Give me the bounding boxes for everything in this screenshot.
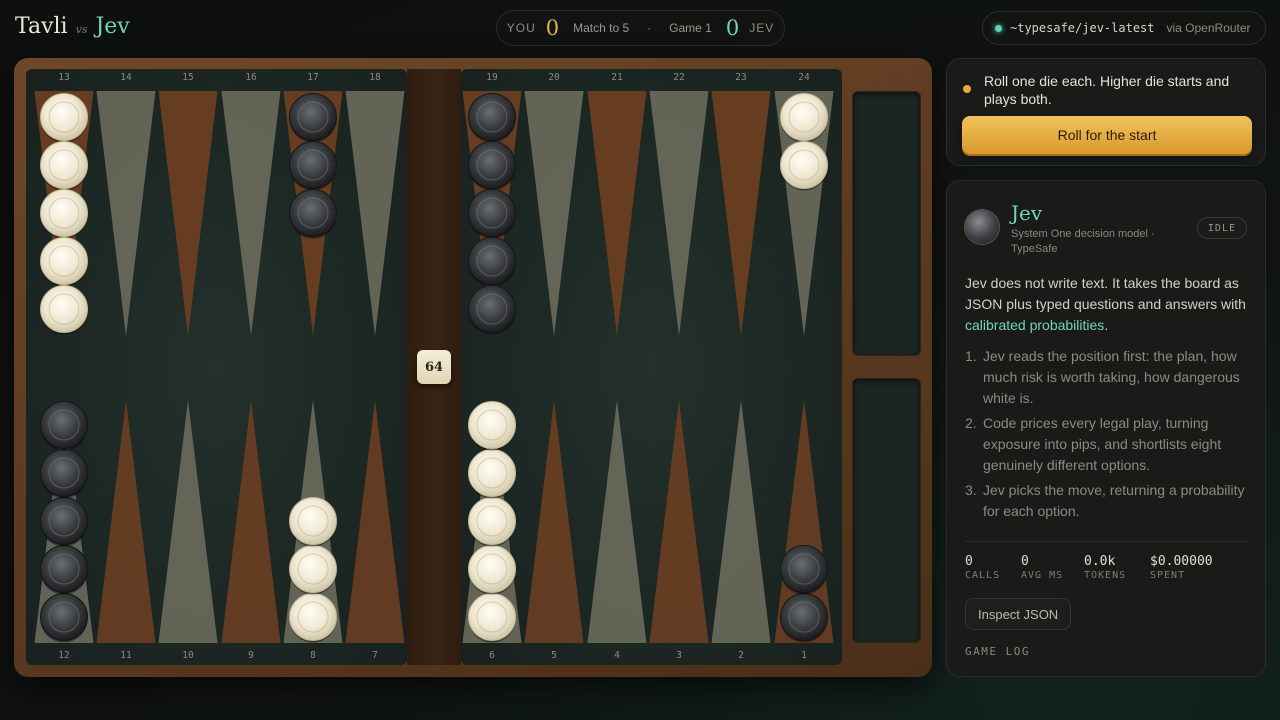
- white-checker[interactable]: [468, 449, 516, 499]
- point-14: [96, 91, 156, 336]
- white-checker[interactable]: [40, 285, 88, 335]
- white-checker[interactable]: [468, 593, 516, 643]
- step-item: 1. Jev reads the position first: the plan…: [965, 346, 1255, 409]
- white-checker[interactable]: [468, 497, 516, 547]
- game-log-heading: GAME LOG: [965, 645, 1030, 658]
- black-checker[interactable]: [289, 189, 337, 239]
- step-number: 1.: [965, 348, 977, 364]
- step-text: Jev reads the position first: the plan, …: [983, 348, 1240, 406]
- process-steps: 1. Jev reads the position first: the plan…: [965, 346, 1255, 526]
- jev-subtitle: System One decision model · TypeSafe: [1011, 228, 1155, 255]
- jev-description: Jev does not write text. It takes the bo…: [965, 273, 1255, 336]
- white-checker[interactable]: [468, 401, 516, 451]
- doubling-cube[interactable]: 64: [417, 350, 451, 384]
- stat-label: CALLS: [965, 570, 1001, 581]
- stat-value: $0.00000: [1150, 554, 1213, 569]
- point-5: [524, 400, 584, 643]
- stat-tokens: 0.0k TOKENS: [1084, 554, 1126, 581]
- point-11: [96, 400, 156, 643]
- status-badge: IDLE: [1196, 217, 1247, 239]
- status-dot-icon: [963, 85, 971, 93]
- stat-label: AVG MS: [1021, 570, 1064, 581]
- point-23: [711, 91, 771, 336]
- point-10: [158, 400, 218, 643]
- stat-value: 0.0k: [1084, 554, 1116, 569]
- black-checker[interactable]: [40, 545, 88, 595]
- step-number: 3.: [965, 482, 977, 498]
- point-3: [649, 400, 709, 643]
- stat-spent: $0.00000 SPENT: [1150, 554, 1213, 581]
- step-number: 2.: [965, 415, 977, 431]
- point-15: [158, 91, 218, 336]
- step-text: Jev picks the move, returning a probabil…: [983, 482, 1245, 519]
- white-checker[interactable]: [289, 545, 337, 595]
- white-checker[interactable]: [468, 545, 516, 595]
- black-checker[interactable]: [468, 189, 516, 239]
- black-checker[interactable]: [289, 93, 337, 143]
- roll-for-start-button[interactable]: Roll for the start: [962, 116, 1252, 154]
- black-checker[interactable]: [40, 449, 88, 499]
- point-21: [587, 91, 647, 336]
- black-checker[interactable]: [40, 593, 88, 643]
- stat-value: 0: [1021, 554, 1029, 569]
- black-checker[interactable]: [468, 285, 516, 335]
- white-checker[interactable]: [780, 141, 828, 191]
- black-checker[interactable]: [40, 401, 88, 451]
- black-checker[interactable]: [468, 141, 516, 191]
- black-checker[interactable]: [40, 497, 88, 547]
- inspect-json-button[interactable]: Inspect JSON: [965, 598, 1072, 630]
- point-16: [221, 91, 281, 336]
- point-4: [587, 400, 647, 643]
- stat-calls: 0 CALLS: [965, 554, 1000, 581]
- black-checker[interactable]: [289, 141, 337, 191]
- white-checker[interactable]: [40, 93, 88, 143]
- black-checker[interactable]: [468, 237, 516, 287]
- stat-value: 0: [965, 554, 973, 569]
- calibrated-probabilities-link[interactable]: calibrated probabilities: [965, 317, 1104, 333]
- jev-name: Jev: [1011, 201, 1043, 225]
- point-2: [711, 400, 771, 643]
- jev-avatar: [965, 210, 999, 244]
- stat-label: TOKENS: [1084, 570, 1127, 581]
- black-checker[interactable]: [780, 545, 828, 595]
- bear-off-tray-top[interactable]: [852, 91, 921, 356]
- white-checker[interactable]: [40, 189, 88, 239]
- point-9: [221, 400, 281, 643]
- stat-label: SPENT: [1150, 570, 1186, 581]
- step-item: 3. Jev picks the move, returning a probab…: [965, 480, 1255, 522]
- jev-panel: Jev System One decision model · TypeSafe…: [946, 180, 1266, 677]
- step-item: 2. Code prices every legal play, turning …: [965, 413, 1255, 476]
- black-checker[interactable]: [780, 593, 828, 643]
- point-22: [649, 91, 709, 336]
- divider: [965, 541, 1249, 542]
- desc-end: .: [1104, 317, 1109, 333]
- point-7: [345, 400, 405, 643]
- point-20: [524, 91, 584, 336]
- roll-panel: Roll one die each. Higher die starts and…: [946, 58, 1266, 166]
- white-checker[interactable]: [289, 593, 337, 643]
- black-checker[interactable]: [468, 93, 516, 143]
- stat-avg-ms: 0 AVG MS: [1021, 554, 1063, 581]
- white-checker[interactable]: [40, 237, 88, 287]
- white-checker[interactable]: [40, 141, 88, 191]
- white-checker[interactable]: [780, 93, 828, 143]
- desc-text: Jev does not write text. It takes the bo…: [965, 275, 1246, 312]
- white-checker[interactable]: [289, 497, 337, 547]
- point-18: [345, 91, 405, 336]
- step-text: Code prices every legal play, turning ex…: [983, 415, 1222, 473]
- roll-instruction: Roll one die each. Higher die starts and…: [984, 73, 1230, 107]
- bear-off-tray-bottom[interactable]: [852, 378, 921, 643]
